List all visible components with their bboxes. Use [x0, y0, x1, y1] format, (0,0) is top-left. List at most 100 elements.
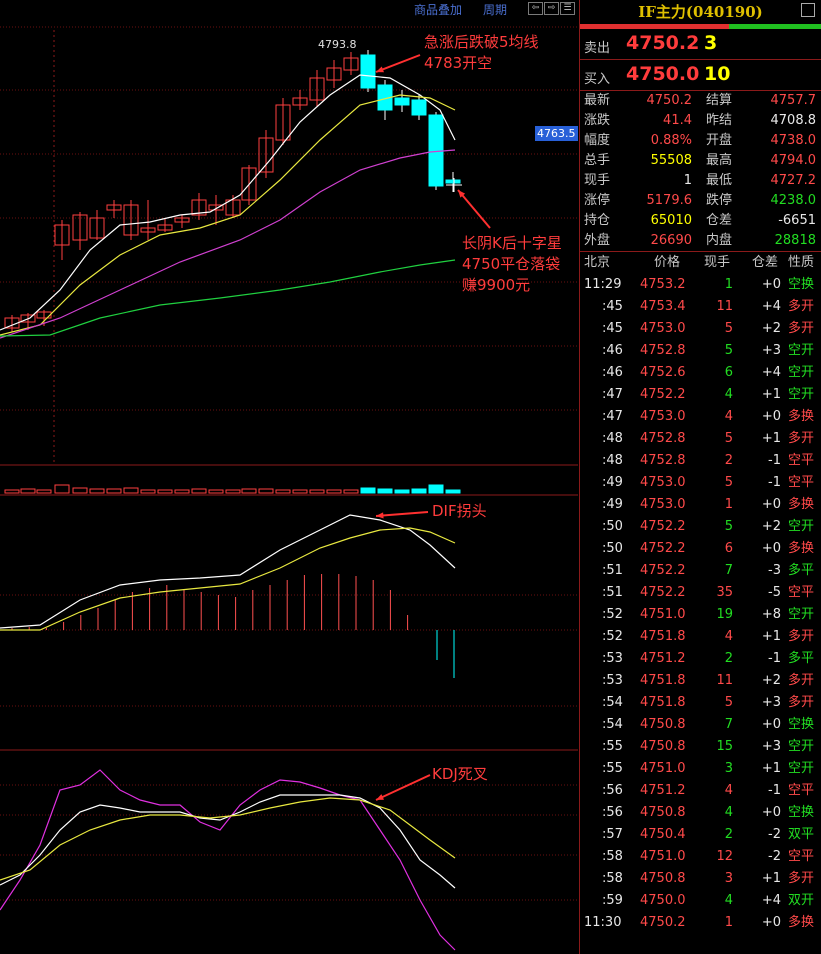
stat-0-k: 最新 4750.2	[584, 93, 692, 108]
tick-row: :48 4752.8 5 +1 多开	[602, 431, 815, 446]
chart-grid	[0, 26, 578, 901]
stat-2-k2: 开盘 4738.0	[706, 133, 816, 148]
tick-row: :49 4753.0 1 +0 多换	[602, 497, 815, 512]
tick-row: :52 4751.8 4 +1 多开	[602, 629, 815, 644]
stat-7-k2: 内盘 28818	[706, 233, 816, 248]
candlesticks	[4, 50, 461, 332]
volume-bar	[208, 489, 224, 494]
arrow-head	[376, 512, 384, 519]
tick-row: :57 4750.4 2 -2 双平	[602, 827, 815, 842]
stat-4-k2: 最低 4727.2	[706, 173, 816, 188]
volume-bar	[72, 487, 88, 494]
candle-body	[360, 54, 376, 89]
tick-row: :52 4751.0 19 +8 空开	[602, 607, 815, 622]
ask-row: 卖出 4750.2 3	[584, 32, 718, 56]
stat-3-k: 总手 55508	[584, 153, 692, 168]
stat-7-k: 外盘 26690	[584, 233, 692, 248]
ma5-line	[0, 74, 456, 331]
window-box-icon[interactable]	[801, 3, 815, 17]
contract-title: IF主力(040190)	[580, 0, 821, 24]
tick-row: :59 4750.0 4 +4 双开	[602, 893, 815, 908]
stat-4-k: 现手 1	[584, 173, 692, 188]
stat-3-k2: 最高 4794.0	[706, 153, 816, 168]
volume-bar	[428, 484, 444, 494]
tick-row: :53 4751.2 2 -1 多平	[602, 651, 815, 666]
tick-row: :56 4751.2 4 -1 空平	[602, 783, 815, 798]
volume-bar	[445, 489, 461, 494]
ma60-line	[0, 259, 456, 337]
tick-row: :53 4751.8 11 +2 多开	[602, 673, 815, 688]
stat-2-k: 幅度 0.88%	[584, 133, 692, 148]
tick-row: 11:30 4750.2 1 +0 多换	[584, 915, 815, 930]
kline-chart-area[interactable]: 商品叠加 周期 ⇦ ⇨ ☰ 4793.8 4763.5 急涨后跌破5均线 4783…	[0, 0, 578, 954]
volume-bar	[174, 489, 190, 494]
volume-bar	[258, 488, 274, 494]
tick-row: :58 4750.8 3 +1 多开	[602, 871, 815, 886]
chart-canvas[interactable]	[0, 0, 578, 954]
high-price-label: 4793.8	[318, 38, 357, 51]
volume-bar	[191, 488, 207, 494]
annotation-close-position: 长阴K后十字星 4750平仓落袋 赚9900元	[462, 234, 562, 294]
bid-row: 买入 4750.0 10	[584, 63, 731, 87]
volume-bar	[140, 489, 156, 494]
volume-bar	[241, 488, 257, 494]
candle-body	[411, 99, 427, 116]
annotation-arrow	[457, 189, 491, 229]
tick-row: :51 4752.2 35 -5 空平	[602, 585, 815, 600]
candle-body	[445, 179, 461, 184]
tick-row: :47 4752.2 4 +1 空开	[602, 387, 815, 402]
volume-bar	[36, 489, 52, 494]
kdj-d-line	[0, 797, 456, 881]
stat-1-k2: 昨结 4708.8	[706, 113, 816, 128]
volume-bar	[20, 488, 36, 494]
ticks-header: 北京 价格 现手 仓差 性质	[584, 255, 815, 270]
candle-body	[428, 114, 444, 187]
tick-row: :58 4751.0 12 -2 空平	[602, 849, 815, 864]
stats-table: 最新 4750.2 结算 4757.7 涨跌 41.4 昨结 4708.8 幅度 0.88% 开盘 4…	[580, 91, 821, 251]
candle-body	[394, 97, 410, 106]
annotation-short-entry: 急涨后跌破5均线 4783开空	[424, 33, 539, 72]
macd-pane	[0, 514, 456, 678]
current-price-tag: 4763.5	[535, 126, 578, 141]
annotation-dif-turn: DIF拐头	[432, 502, 487, 520]
annotation-kdj-deadcross: KDJ死叉	[432, 765, 488, 783]
volume-bar	[411, 488, 427, 494]
volume-bar	[54, 484, 70, 494]
volume-bars	[4, 484, 461, 494]
tick-row: :47 4753.0 4 +0 多换	[602, 409, 815, 424]
tick-row: :56 4750.8 4 +0 空换	[602, 805, 815, 820]
volume-bar	[106, 488, 122, 494]
volume-bar	[309, 489, 325, 494]
tick-row: :55 4750.8 15 +3 空开	[602, 739, 815, 754]
dif-line	[0, 514, 456, 629]
tick-row: :54 4750.8 7 +0 空换	[602, 717, 815, 732]
tick-row: :45 4753.4 11 +4 多开	[602, 299, 815, 314]
arrow-head	[376, 66, 384, 73]
stat-6-k: 持仓 65010	[584, 213, 692, 228]
volume-bar	[292, 489, 308, 494]
dea-line	[0, 527, 456, 631]
tick-row: 11:29 4753.2 1 +0 空换	[584, 277, 815, 292]
volume-bar	[89, 488, 105, 494]
volume-bar	[123, 487, 139, 494]
volume-bar	[225, 489, 241, 494]
ma20-line	[0, 149, 456, 339]
kdj-j-line	[0, 769, 456, 951]
volume-bar	[377, 488, 393, 494]
tick-row: :45 4753.0 5 +2 多开	[602, 321, 815, 336]
kdj-pane	[0, 769, 456, 951]
annotation-arrow	[375, 511, 429, 517]
volume-bar	[394, 489, 410, 494]
volume-bar	[4, 489, 20, 494]
stat-6-k2: 仓差 -6651	[706, 213, 816, 228]
annotation-arrow	[375, 774, 431, 801]
volume-bar	[275, 489, 291, 494]
stat-5-k2: 跌停 4238.0	[706, 193, 816, 208]
stat-1-k: 涨跌 41.4	[584, 113, 692, 128]
tick-row: :46 4752.8 5 +3 空开	[602, 343, 815, 358]
volume-bar	[326, 489, 342, 494]
stat-0-k2: 结算 4757.7	[706, 93, 816, 108]
volume-bar	[343, 489, 359, 494]
tick-row: :48 4752.8 2 -1 空平	[602, 453, 815, 468]
volume-bar	[360, 487, 376, 494]
